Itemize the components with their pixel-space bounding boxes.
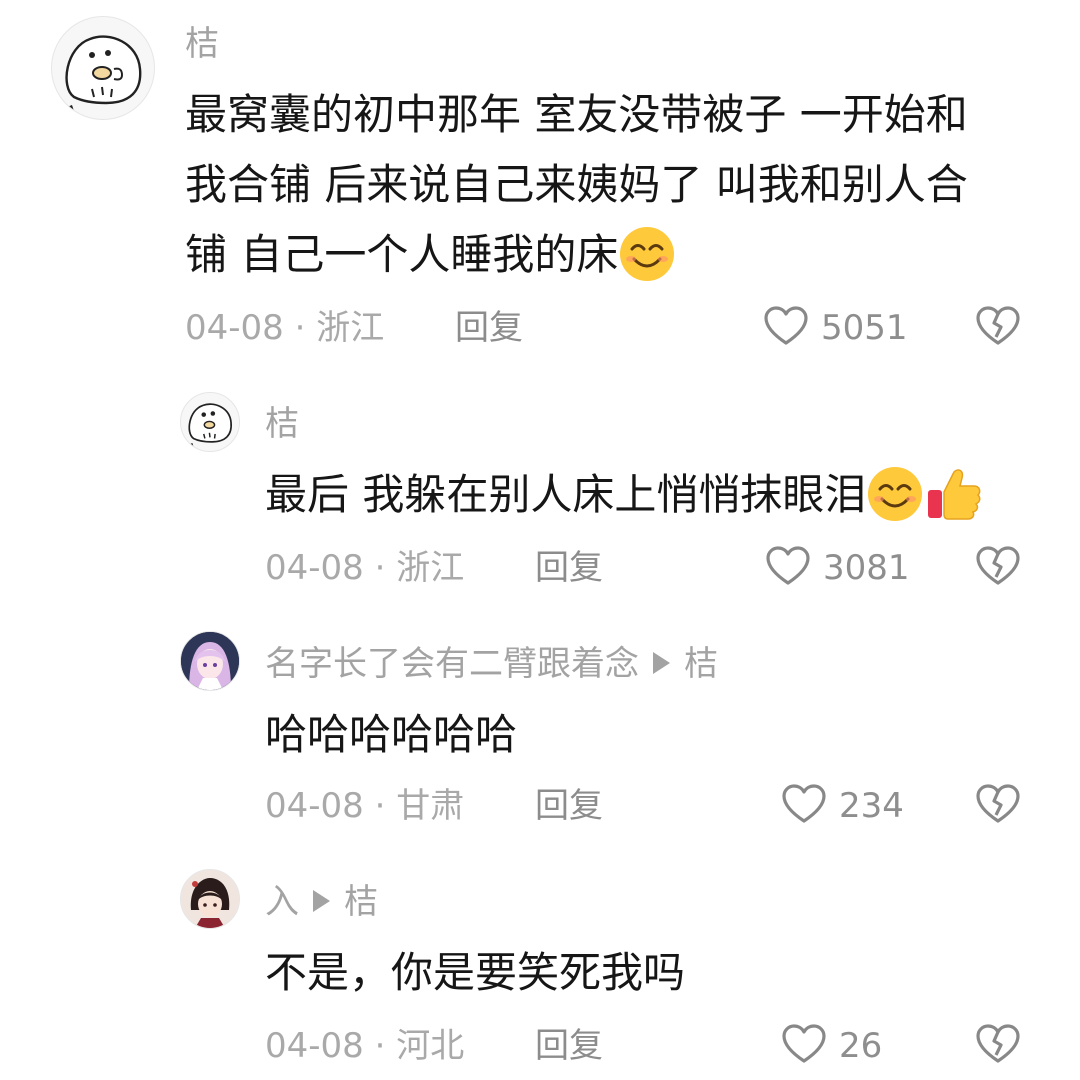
like-count: 5051 — [821, 308, 908, 348]
like-count: 234 — [839, 786, 904, 826]
dislike-button[interactable] — [975, 545, 1021, 587]
separator: · — [374, 786, 386, 826]
comment-text-line-1: 最窝囊的初中那年 室友没带被子 一开始和 — [185, 90, 968, 139]
separator: · — [374, 1026, 386, 1066]
username[interactable]: 桔 — [185, 24, 219, 64]
comment-date: 04-08 — [265, 548, 364, 588]
reply-to-username[interactable]: 桔 — [344, 882, 378, 922]
reply-button[interactable]: 回复 — [535, 786, 603, 826]
username[interactable]: 名字长了会有二臂跟着念 — [265, 644, 639, 684]
separator: · — [294, 308, 306, 348]
avatar[interactable] — [180, 631, 240, 691]
heart-outline-icon — [782, 1024, 826, 1063]
like-count: 26 — [839, 1026, 883, 1066]
reply-button[interactable]: 回复 — [455, 308, 523, 348]
username-row: 入桔 — [265, 882, 378, 922]
comment-location: 甘肃 — [396, 786, 465, 826]
comment-location: 浙江 — [316, 308, 385, 348]
avatar[interactable] — [180, 869, 240, 929]
comment-text-line: 最后 我躲在别人床上悄悄抹眼泪 — [265, 460, 984, 530]
reply-button[interactable]: 回复 — [535, 548, 603, 588]
dislike-button[interactable] — [975, 1023, 1021, 1065]
username[interactable]: 桔 — [265, 404, 299, 444]
heart-outline-icon — [764, 306, 808, 345]
cartoon-avatar-icon — [186, 403, 232, 447]
comment-date: 04-08 — [265, 1026, 364, 1066]
comment-location: 浙江 — [396, 548, 465, 588]
separator: · — [374, 548, 386, 588]
anime-girl-avatar-icon — [181, 632, 239, 690]
cartoon-avatar-icon — [62, 35, 142, 111]
like-button[interactable] — [781, 1023, 827, 1065]
comment-text-line-3: 铺 自己一个人睡我的床 — [185, 220, 676, 290]
comment-text: 哈哈哈哈哈哈 — [265, 710, 518, 759]
broken-heart-icon — [976, 784, 1020, 823]
avatar[interactable] — [180, 392, 240, 452]
comment-meta: 04-08 · 甘肃 — [265, 786, 464, 826]
like-button[interactable] — [781, 783, 827, 825]
reply-arrow-icon — [313, 889, 330, 912]
avatar[interactable] — [51, 16, 155, 120]
like-count: 3081 — [823, 548, 910, 588]
broken-heart-icon — [976, 306, 1020, 345]
username-row: 名字长了会有二臂跟着念 桔 — [265, 644, 718, 684]
comment-text: 最后 我躲在别人床上悄悄抹眼泪 — [265, 470, 867, 519]
reply-arrow-icon — [653, 651, 670, 674]
reply-button[interactable]: 回复 — [535, 1026, 603, 1066]
smiling-face-emoji — [618, 225, 676, 283]
comment-location: 河北 — [396, 1026, 465, 1066]
heart-outline-icon — [766, 546, 810, 585]
thumbs-up-emoji — [924, 464, 984, 524]
anime-boy-avatar-icon — [181, 870, 239, 928]
username[interactable]: 入 — [265, 882, 299, 922]
dislike-button[interactable] — [975, 783, 1021, 825]
broken-heart-icon — [976, 1024, 1020, 1063]
comment-meta: 04-08 · 河北 — [265, 1026, 464, 1066]
like-button[interactable] — [765, 545, 811, 587]
dislike-button[interactable] — [975, 305, 1021, 347]
comment-text: 不是，你是要笑死我吗 — [265, 948, 686, 997]
reply-to-username[interactable]: 桔 — [684, 644, 718, 684]
broken-heart-icon — [976, 546, 1020, 585]
smiling-face-emoji — [866, 465, 924, 523]
comment-meta: 04-08 · 浙江 — [185, 308, 384, 348]
comment-date: 04-08 — [265, 786, 364, 826]
comment-text-line-2: 我合铺 后来说自己来姨妈了 叫我和别人合 — [185, 160, 968, 209]
comment-text: 铺 自己一个人睡我的床 — [185, 230, 619, 279]
like-button[interactable] — [763, 305, 809, 347]
heart-outline-icon — [782, 784, 826, 823]
comment-date: 04-08 — [185, 308, 284, 348]
comment-meta: 04-08 · 浙江 — [265, 548, 464, 588]
